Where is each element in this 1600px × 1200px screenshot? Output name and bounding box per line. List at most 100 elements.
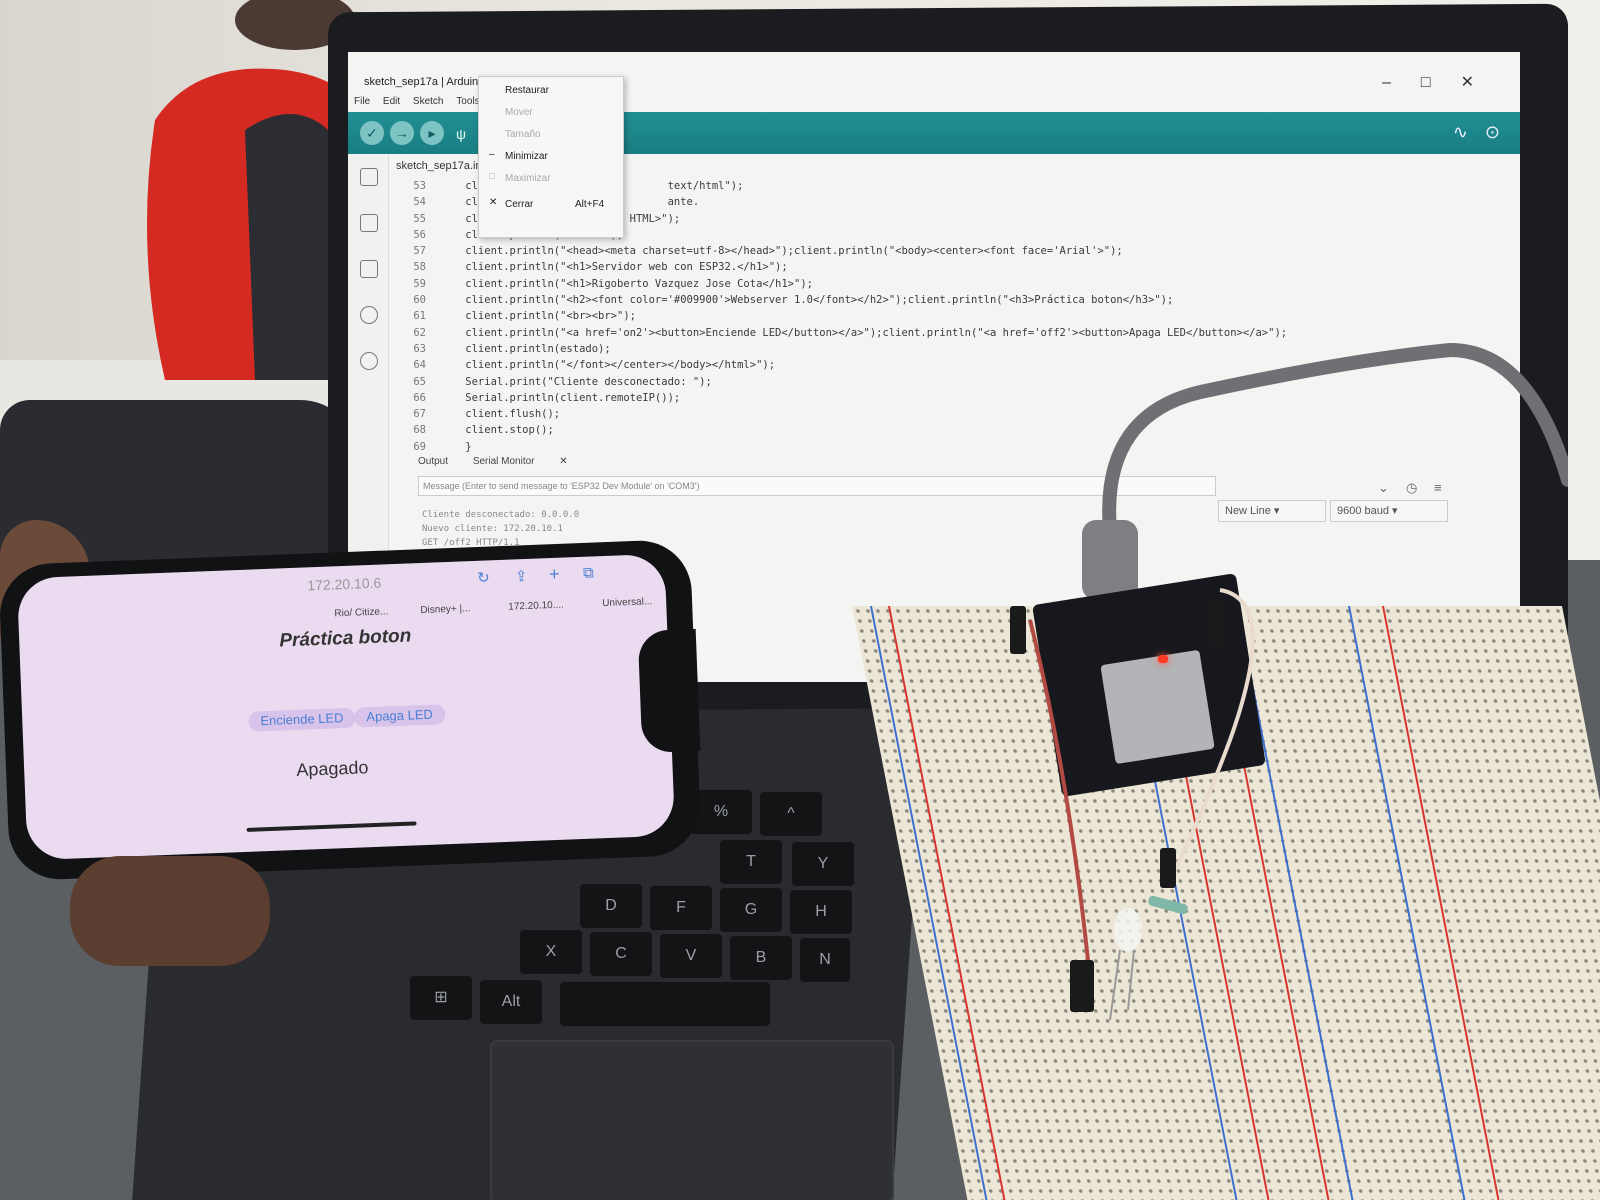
key[interactable]: N (800, 938, 850, 982)
menu-tools[interactable]: Tools (456, 96, 479, 107)
menu-item-restore[interactable]: Restaurar (505, 85, 549, 96)
new-tab-icon[interactable]: + (549, 564, 560, 585)
code-text: client.stop(); (440, 424, 554, 437)
tabs-icon[interactable]: ⧉ (583, 564, 594, 581)
windows-key[interactable]: ⊞ (410, 976, 472, 1020)
line-number: 56 (413, 228, 426, 241)
key[interactable]: V (660, 934, 722, 978)
key[interactable]: Y (792, 842, 854, 886)
jumper-wires (1010, 588, 1255, 1021)
code-text: client.println("<h1>Servidor web con ESP… (440, 261, 788, 274)
menu-file[interactable]: File (354, 96, 370, 107)
line-number: 67 (413, 408, 426, 421)
menu-item-size[interactable]: Tamaño (505, 129, 541, 140)
bottom-panel-tabs: Output Serial Monitor ✕ (418, 456, 590, 467)
menu-item-maximize[interactable]: Maximizar (505, 173, 551, 184)
code-text: client.println("<h2><font color='#009900… (440, 294, 1174, 307)
menu-sketch[interactable]: Sketch (413, 96, 444, 107)
key[interactable]: B (730, 936, 792, 980)
reload-icon[interactable]: ↻ (477, 568, 490, 586)
usb-icon[interactable]: ψ (456, 126, 466, 142)
code-text: client.println("</font></center></body><… (440, 359, 776, 372)
boards-icon[interactable] (360, 214, 378, 232)
key[interactable]: Alt (480, 980, 542, 1024)
search-icon[interactable] (360, 352, 378, 370)
line-number: 60 (413, 294, 426, 307)
debug-button[interactable]: ▸ (420, 121, 444, 145)
line-number: 69 (413, 440, 426, 453)
phone-notch (637, 628, 701, 754)
key[interactable]: G (720, 888, 782, 932)
line-number: 54 (413, 196, 426, 209)
key[interactable]: F (650, 886, 712, 930)
menu-item-move[interactable]: Mover (505, 107, 533, 118)
usb-cable (1102, 342, 1568, 530)
line-number: 65 (413, 375, 426, 388)
window-controls[interactable]: –□✕ (1382, 72, 1504, 92)
tab-output[interactable]: Output (418, 456, 448, 467)
code-text: client.flush(); (440, 408, 561, 421)
key[interactable]: X (520, 930, 582, 974)
code-text: Serial.print("Cliente desconectado: "); (440, 375, 712, 388)
line-number: 58 (413, 261, 426, 274)
line-number: 61 (413, 310, 426, 323)
led-status: Apagado (295, 757, 369, 780)
menu-item-close[interactable]: Cerrar (505, 199, 533, 210)
code-line[interactable]: 58 client.println("<h1>Servidor web con … (396, 259, 1516, 275)
browser-tab[interactable]: 172.20.10.... (508, 600, 564, 613)
turn-on-led-button[interactable]: Enciende LED (248, 707, 356, 732)
browser-tab[interactable]: Universal... (602, 596, 652, 609)
library-icon[interactable] (360, 260, 378, 278)
key[interactable]: C (590, 932, 652, 976)
serial-monitor-icon[interactable]: ⊙ (1485, 122, 1500, 143)
code-text: client.println("<br><br>"); (440, 310, 636, 323)
turn-off-led-button[interactable]: Apaga LED (354, 704, 446, 728)
code-text: } (440, 440, 472, 453)
window-context-menu: Restaurar Mover Tamaño – Minimizar □ Max… (478, 76, 624, 238)
debug-icon[interactable] (360, 306, 378, 324)
close-accelerator: Alt+F4 (575, 199, 605, 210)
folder-icon[interactable] (360, 168, 378, 186)
spacebar[interactable] (560, 982, 770, 1026)
line-number: 57 (413, 245, 426, 258)
verify-button[interactable]: ✓ (360, 121, 384, 145)
browser-tab[interactable]: Rio/ Citize... (334, 606, 388, 619)
key[interactable]: D (580, 884, 642, 928)
key[interactable]: H (790, 890, 852, 934)
code-line[interactable]: 57 client.println("<head><meta charset=u… (396, 243, 1516, 259)
photo-scene: % ^ T Y D F G H X C V B N Alt ⊞ sketch_s… (0, 0, 1600, 1200)
serial-line: Nuevo cliente: 172.20.10.1 (422, 524, 563, 534)
line-number: 55 (413, 212, 426, 225)
laptop-touchpad (490, 1040, 894, 1200)
browser-tab[interactable]: Disney+ |... (420, 603, 471, 616)
line-number: 68 (413, 424, 426, 437)
maximize-icon: □ (489, 171, 496, 182)
line-number: 62 (413, 326, 426, 339)
file-tab[interactable]: sketch_sep17a.ino (396, 160, 488, 172)
line-number: 53 (413, 180, 426, 192)
code-line[interactable]: 61 client.println("<br><br>"); (396, 308, 1516, 324)
code-text: client.println("<h1>Rigoberto Vazquez Jo… (440, 277, 813, 290)
hand (70, 856, 270, 966)
key[interactable]: T (720, 840, 782, 884)
menu-edit[interactable]: Edit (383, 96, 400, 107)
code-text: client.println("<head><meta charset=utf-… (440, 245, 1123, 258)
close-icon: ✕ (489, 197, 498, 208)
code-line[interactable]: 60 client.println("<h2><font color='#009… (396, 292, 1516, 308)
phone-address-bar[interactable]: 172.20.10.6 (307, 575, 382, 594)
code-text: Serial.println(client.remoteIP()); (440, 391, 681, 404)
serial-line: Cliente desconectado: 0.0.0.0 (422, 510, 580, 520)
close-icon[interactable]: ✕ (559, 456, 567, 467)
upload-button[interactable]: → (390, 121, 414, 145)
line-number: 64 (413, 359, 426, 372)
line-number: 63 (413, 342, 426, 355)
tab-serial-monitor[interactable]: Serial Monitor (473, 456, 535, 467)
key[interactable]: ^ (760, 792, 822, 836)
serial-plotter-icon[interactable]: ∿ (1453, 122, 1468, 143)
line-number: 66 (413, 391, 426, 404)
code-text: client.println(estado); (440, 342, 611, 355)
home-indicator[interactable] (246, 821, 417, 832)
code-line[interactable]: 59 client.println("<h1>Rigoberto Vazquez… (396, 276, 1516, 292)
share-icon[interactable]: ⇪ (515, 567, 528, 585)
menu-item-minimize[interactable]: Minimizar (505, 151, 548, 162)
